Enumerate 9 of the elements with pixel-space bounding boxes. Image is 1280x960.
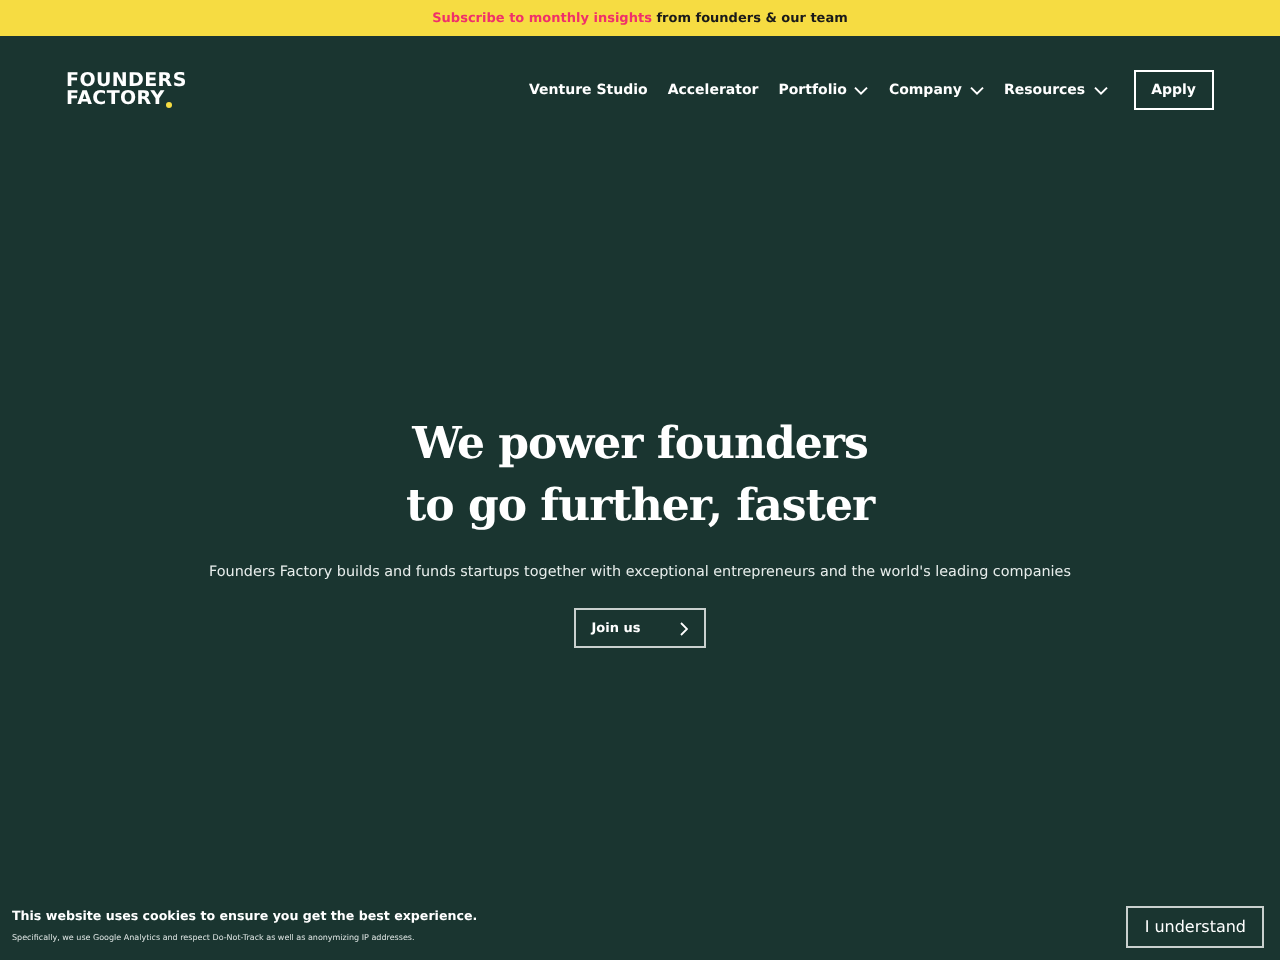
logo-text[interactable]: FOUNDERS <box>66 72 187 90</box>
logo-text[interactable]: FACTORY <box>66 90 165 108</box>
dot-icon <box>166 102 173 108</box>
chevron-right-icon <box>680 621 689 635</box>
understand-button[interactable]: I understand <box>1126 905 1264 947</box>
chevron-down-icon <box>854 85 869 95</box>
chevron-down-icon <box>969 85 984 95</box>
chevron-down-icon <box>1093 85 1108 95</box>
hero-headline: We power founders to go further, faster <box>405 416 875 536</box>
